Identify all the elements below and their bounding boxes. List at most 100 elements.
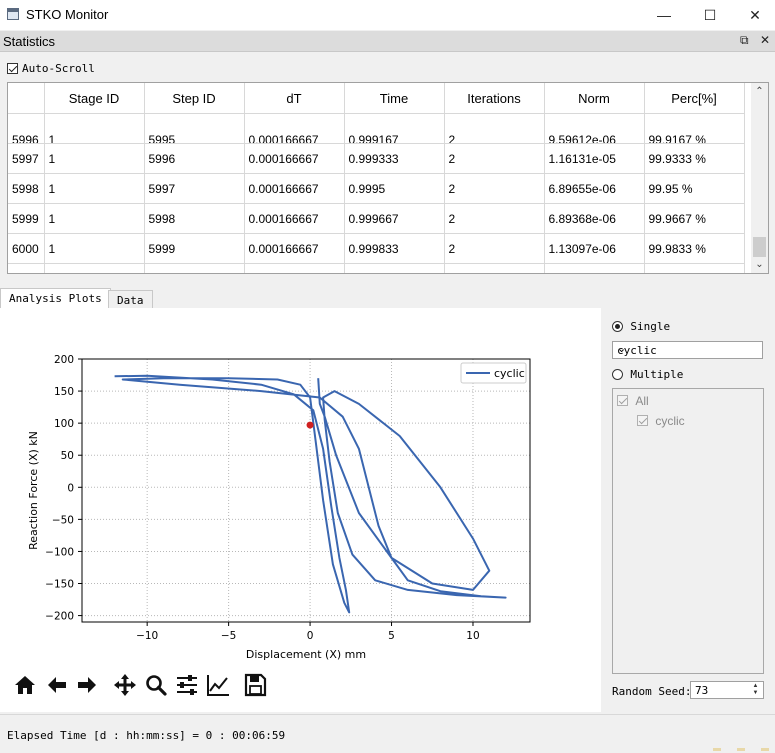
table-header-row: Stage ID Step ID dT Time Iterations Norm… [8, 83, 745, 114]
table-cell: 0.000166667 [244, 233, 345, 264]
column-header[interactable]: Norm [544, 83, 645, 114]
pan-icon[interactable] [112, 672, 138, 698]
series-combo[interactable]: cyclic ⌄ [612, 341, 763, 359]
dock-title: Statistics [3, 34, 56, 49]
table-cell: 1 [44, 203, 145, 234]
spin-arrows-icon[interactable]: ▲ ▼ [749, 683, 762, 697]
table-cell: 6000 [144, 263, 245, 273]
table-row[interactable]: 5999 1 5998 0.000166667 0.999667 2 6.89368e-06… [8, 203, 745, 234]
table-cell: 5998 [144, 203, 245, 234]
scroll-thumb[interactable] [753, 237, 766, 257]
table-cell: 0.999333 [344, 143, 445, 174]
all-label: All [635, 393, 649, 408]
all-checkbox[interactable] [617, 395, 628, 407]
table-cell: 0.000166667 [244, 263, 345, 273]
auto-scroll-checkbox[interactable]: Auto-Scroll [7, 61, 95, 75]
table-cell: 2 [444, 203, 545, 234]
table-cell: 1 [44, 263, 145, 273]
row-header: 5996 [8, 113, 45, 144]
table-cell: 1 [44, 233, 145, 264]
row-header: 5999 [8, 203, 45, 234]
app-icon [7, 8, 19, 20]
table-row[interactable]: 5997 1 5996 0.000166667 0.999333 2 1.16131e-05… [8, 143, 745, 174]
random-seed-spinbox[interactable]: 73 ▲ ▼ [690, 681, 764, 699]
back-arrow-icon[interactable] [44, 672, 70, 698]
cyclic-checkbox[interactable] [637, 415, 648, 427]
column-header[interactable]: dT [244, 83, 345, 114]
plot-area [82, 359, 530, 622]
table-cell: 99.9167 % [644, 113, 745, 144]
tab-analysis-plots[interactable]: Analysis Plots [0, 288, 111, 308]
x-tick-label: 5 [388, 630, 395, 642]
table-cell: 0.000166667 [244, 173, 345, 204]
y-tick-label: −100 [45, 546, 74, 558]
table-cell: 1.16131e-05 [544, 143, 645, 174]
y-tick-label: 150 [54, 386, 74, 398]
multiple-radio-button[interactable] [612, 369, 623, 381]
single-radio[interactable]: Single [612, 319, 670, 333]
table-row-partial[interactable]: 5996 1 5995 0.000166667 0.999167 2 9.596… [8, 113, 745, 144]
series-tree[interactable]: All cyclic [612, 388, 764, 674]
tree-item-all[interactable]: All [617, 393, 649, 408]
auto-scroll-label: Auto-Scroll [22, 62, 95, 76]
edit-axis-icon[interactable] [205, 672, 231, 698]
table-cell: 0.000166667 [244, 113, 345, 144]
series-selection-panel: Single cyclic ⌄ Multiple All cyclic Rand… [604, 310, 775, 713]
scroll-up-icon[interactable]: ⌃ [751, 83, 768, 100]
checkbox-box[interactable] [7, 63, 18, 75]
random-seed-value: 73 [695, 684, 709, 697]
maximize-button[interactable]: ☐ [687, 0, 733, 30]
column-header[interactable]: Step ID [144, 83, 245, 114]
tab-data[interactable]: Data [108, 290, 153, 308]
configure-subplots-icon[interactable] [174, 672, 200, 698]
random-seed-label: Random Seed: [612, 685, 692, 698]
table-cell: 99.95 % [644, 173, 745, 204]
close-button[interactable]: ✕ [732, 0, 775, 30]
table-cell: 6.89655e-06 [544, 173, 645, 204]
table-cell: 0.000166667 [244, 143, 345, 174]
table-scrollbar[interactable]: ⌃ ⌄ [751, 83, 768, 273]
y-tick-label: −50 [52, 514, 74, 526]
table-row[interactable]: 6001160000.000166667129.35186e-06100 % [8, 263, 745, 273]
home-icon[interactable] [12, 672, 38, 698]
window-title-bar: STKO Monitor — ☐ ✕ [0, 0, 775, 30]
table-cell: 5997 [144, 173, 245, 204]
table-row[interactable]: 6000 1 5999 0.000166667 0.999833 2 1.13097e-06… [8, 233, 745, 264]
table-cell: 99.9833 % [644, 233, 745, 264]
resize-grip-icon[interactable] [713, 748, 773, 751]
close-dock-icon[interactable]: ✕ [760, 33, 770, 47]
y-tick-label: 50 [61, 450, 74, 462]
float-dock-icon[interactable]: ⧉ [740, 33, 749, 48]
hysteresis-chart[interactable]: −10 −5 0 5 10200150100500−50−100−150−200cycl… [0, 308, 601, 668]
statistics-dock-header: Statistics ⧉ ✕ [0, 31, 775, 52]
row-header: 5998 [8, 173, 45, 204]
table-cell: 0.999667 [344, 203, 445, 234]
column-header[interactable]: Time [344, 83, 445, 114]
window-title: STKO Monitor [26, 7, 109, 22]
table-cell: 0.999833 [344, 233, 445, 264]
table-cell: 6.89368e-06 [544, 203, 645, 234]
minimize-button[interactable]: — [641, 0, 687, 30]
column-header[interactable]: Stage ID [44, 83, 145, 114]
table-cell: 0.9995 [344, 173, 445, 204]
multiple-radio[interactable]: Multiple [612, 367, 683, 381]
forward-arrow-icon[interactable] [74, 672, 100, 698]
single-radio-button[interactable] [612, 321, 623, 333]
column-header[interactable]: Perc[%] [644, 83, 745, 114]
multiple-label: Multiple [630, 368, 684, 382]
save-icon[interactable] [242, 672, 268, 698]
table-row[interactable]: 5998 1 5997 0.000166667 0.9995 2 6.89655e-06 99… [8, 173, 745, 204]
scroll-down-icon[interactable]: ⌄ [751, 256, 768, 273]
table-cell: 1 [44, 113, 145, 144]
chevron-down-icon: ⌄ [617, 343, 627, 355]
table-cell: 5999 [144, 233, 245, 264]
x-tick-label: 0 [307, 630, 314, 642]
column-header[interactable]: Iterations [444, 83, 545, 114]
tree-item-cyclic[interactable]: cyclic [637, 413, 685, 428]
table-cell: 99.9667 % [644, 203, 745, 234]
table-cell: 0.000166667 [244, 203, 345, 234]
statistics-table[interactable]: Stage ID Step ID dT Time Iterations Norm… [7, 82, 769, 274]
zoom-icon[interactable] [143, 672, 169, 698]
table-cell: 2 [444, 143, 545, 174]
y-tick-label: 0 [67, 482, 74, 494]
